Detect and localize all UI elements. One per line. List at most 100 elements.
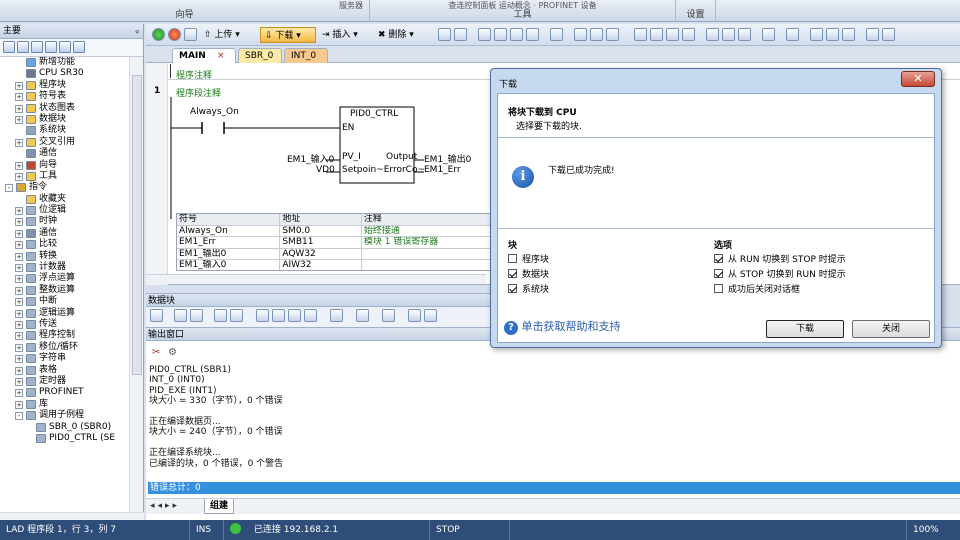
table-row[interactable]: EM1_Err SMB11 模块 1 错误寄存器 (177, 237, 495, 249)
expand-icon[interactable]: + (15, 366, 23, 375)
expand-icon[interactable]: + (15, 355, 23, 364)
tree-item[interactable]: + 数据块 (0, 114, 129, 125)
expand-icon[interactable]: + (15, 298, 23, 307)
expand-icon[interactable]: + (15, 115, 23, 124)
toolbar-icon[interactable] (574, 28, 587, 41)
toolbar-icon[interactable] (330, 309, 343, 322)
pin-icon[interactable]: ᵩ (135, 24, 139, 39)
toolbar-icon[interactable] (190, 309, 203, 322)
tree-item[interactable]: + 状态图表 (0, 103, 129, 114)
option-checkbox[interactable]: 成功后关闭对话框 (714, 283, 846, 298)
expand-icon[interactable]: + (15, 93, 23, 102)
expand-icon[interactable]: + (15, 275, 23, 284)
tree-item[interactable]: + 通信 (0, 228, 129, 239)
checkbox-checked[interactable] (508, 269, 517, 278)
expand-icon[interactable]: + (15, 264, 23, 273)
tree-item[interactable]: + 程序块 (0, 80, 129, 91)
expand-icon[interactable]: + (15, 332, 23, 341)
checkbox-checked[interactable] (714, 269, 723, 278)
compile-icon[interactable] (184, 28, 197, 41)
toolbar-icon[interactable] (304, 309, 317, 322)
tree-item[interactable]: + 表格 (0, 365, 129, 376)
tree-item[interactable]: SBR_0 (SBR0) (0, 422, 129, 433)
tree-item[interactable]: + 字符串 (0, 353, 129, 364)
tree-item[interactable]: 新增功能 (0, 57, 129, 68)
insert-button[interactable]: ⇥ 插入 ▾ (322, 27, 358, 43)
toolbar-icon[interactable] (408, 309, 421, 322)
tree-vertical-scrollbar[interactable] (129, 57, 143, 512)
collapse-icon[interactable]: - (15, 412, 23, 421)
expand-icon[interactable]: + (15, 81, 23, 90)
tree-horizontal-scrollbar[interactable] (0, 512, 144, 520)
tab-close-icon[interactable]: × (217, 51, 225, 61)
checkbox-checked[interactable] (714, 254, 723, 263)
block-checkbox[interactable]: 系统块 (508, 283, 549, 298)
toolbar-icon[interactable] (288, 309, 301, 322)
tree-item[interactable]: + 逻辑运算 (0, 308, 129, 319)
expand-icon[interactable]: + (15, 309, 23, 318)
toolbar-icon[interactable] (634, 28, 647, 41)
expand-icon[interactable]: + (15, 172, 23, 181)
expand-icon[interactable]: + (15, 229, 23, 238)
toolbar-icon[interactable] (722, 28, 735, 41)
toolbar-icon[interactable] (382, 309, 395, 322)
tree-item[interactable]: PID0_CTRL (SE (0, 433, 129, 444)
output-options-icon[interactable]: ⚙ (168, 347, 177, 358)
expand-icon[interactable]: + (15, 104, 23, 113)
tree-tool-icon[interactable] (45, 41, 57, 53)
table-row[interactable]: EM1_输出0 AQW32 (177, 248, 495, 260)
toolbar-icon[interactable] (214, 309, 227, 322)
collapse-icon[interactable]: - (5, 184, 13, 193)
toolbar-icon[interactable] (682, 28, 695, 41)
toolbar-icon[interactable] (174, 309, 187, 322)
tree-item[interactable]: + PROFINET (0, 387, 129, 398)
scrollbar-thumb[interactable] (132, 75, 142, 375)
expand-icon[interactable]: + (15, 400, 23, 409)
toolbar-icon[interactable] (494, 28, 507, 41)
tree-item[interactable]: + 整数运算 (0, 285, 129, 296)
tree-item[interactable]: - 调用子例程 (0, 410, 129, 421)
option-checkbox[interactable]: 从 STOP 切换到 RUN 时提示 (714, 268, 846, 283)
expand-icon[interactable]: + (15, 218, 23, 227)
toolbar-icon[interactable] (272, 309, 285, 322)
expand-icon[interactable]: + (15, 161, 23, 170)
tab-nav-arrows[interactable]: ◂◂▸▸ (150, 501, 180, 511)
stop-icon[interactable] (168, 28, 181, 41)
toolbar-icon[interactable] (786, 28, 799, 41)
tree-item[interactable]: + 位逻辑 (0, 205, 129, 216)
toolbar-icon[interactable] (606, 28, 619, 41)
option-checkbox[interactable]: 从 RUN 切换到 STOP 时提示 (714, 253, 846, 268)
tree-item[interactable]: + 时钟 (0, 216, 129, 227)
tree-item[interactable]: 收藏夹 (0, 194, 129, 205)
tree-item[interactable]: + 移位/循环 (0, 342, 129, 353)
toolbar-icon[interactable] (810, 28, 823, 41)
help-link[interactable]: ? 单击获取帮助和支持 (504, 318, 621, 335)
zoom-level[interactable]: 100% (906, 520, 960, 540)
tree-item[interactable]: + 计数器 (0, 262, 129, 273)
toolbar-icon[interactable] (526, 28, 539, 41)
delete-button[interactable]: ✖ 删除 ▾ (378, 27, 414, 43)
tree-item[interactable]: + 传送 (0, 319, 129, 330)
toolbar-icon[interactable] (590, 28, 603, 41)
toolbar-icon[interactable] (424, 309, 437, 322)
toolbar-icon[interactable] (256, 309, 269, 322)
output-operand[interactable]: EM1_输出0 (424, 152, 471, 165)
tree-item[interactable]: + 符号表 (0, 91, 129, 102)
expand-icon[interactable]: + (15, 286, 23, 295)
checkbox-checked[interactable] (508, 284, 517, 293)
tree-item[interactable]: + 浮点运算 (0, 273, 129, 284)
toolbar-icon[interactable] (842, 28, 855, 41)
tree-item[interactable]: + 中断 (0, 296, 129, 307)
toolbar-icon[interactable] (230, 309, 243, 322)
block-checkbox[interactable]: 程序块 (508, 253, 549, 268)
tree-item[interactable]: 通信 (0, 148, 129, 159)
toolbar-icon[interactable] (738, 28, 751, 41)
tab-sbr0[interactable]: SBR_0 (238, 48, 282, 63)
tab-int0[interactable]: INT_0 (284, 48, 328, 63)
expand-icon[interactable]: + (15, 343, 23, 352)
toolbar-icon[interactable] (650, 28, 663, 41)
error-operand[interactable]: EM1_Err (424, 165, 461, 175)
table-row[interactable]: Always_On SM0.0 始终接通 (177, 225, 495, 237)
tree-item[interactable]: + 程序控制 (0, 330, 129, 341)
tree-tool-icon[interactable] (31, 41, 43, 53)
